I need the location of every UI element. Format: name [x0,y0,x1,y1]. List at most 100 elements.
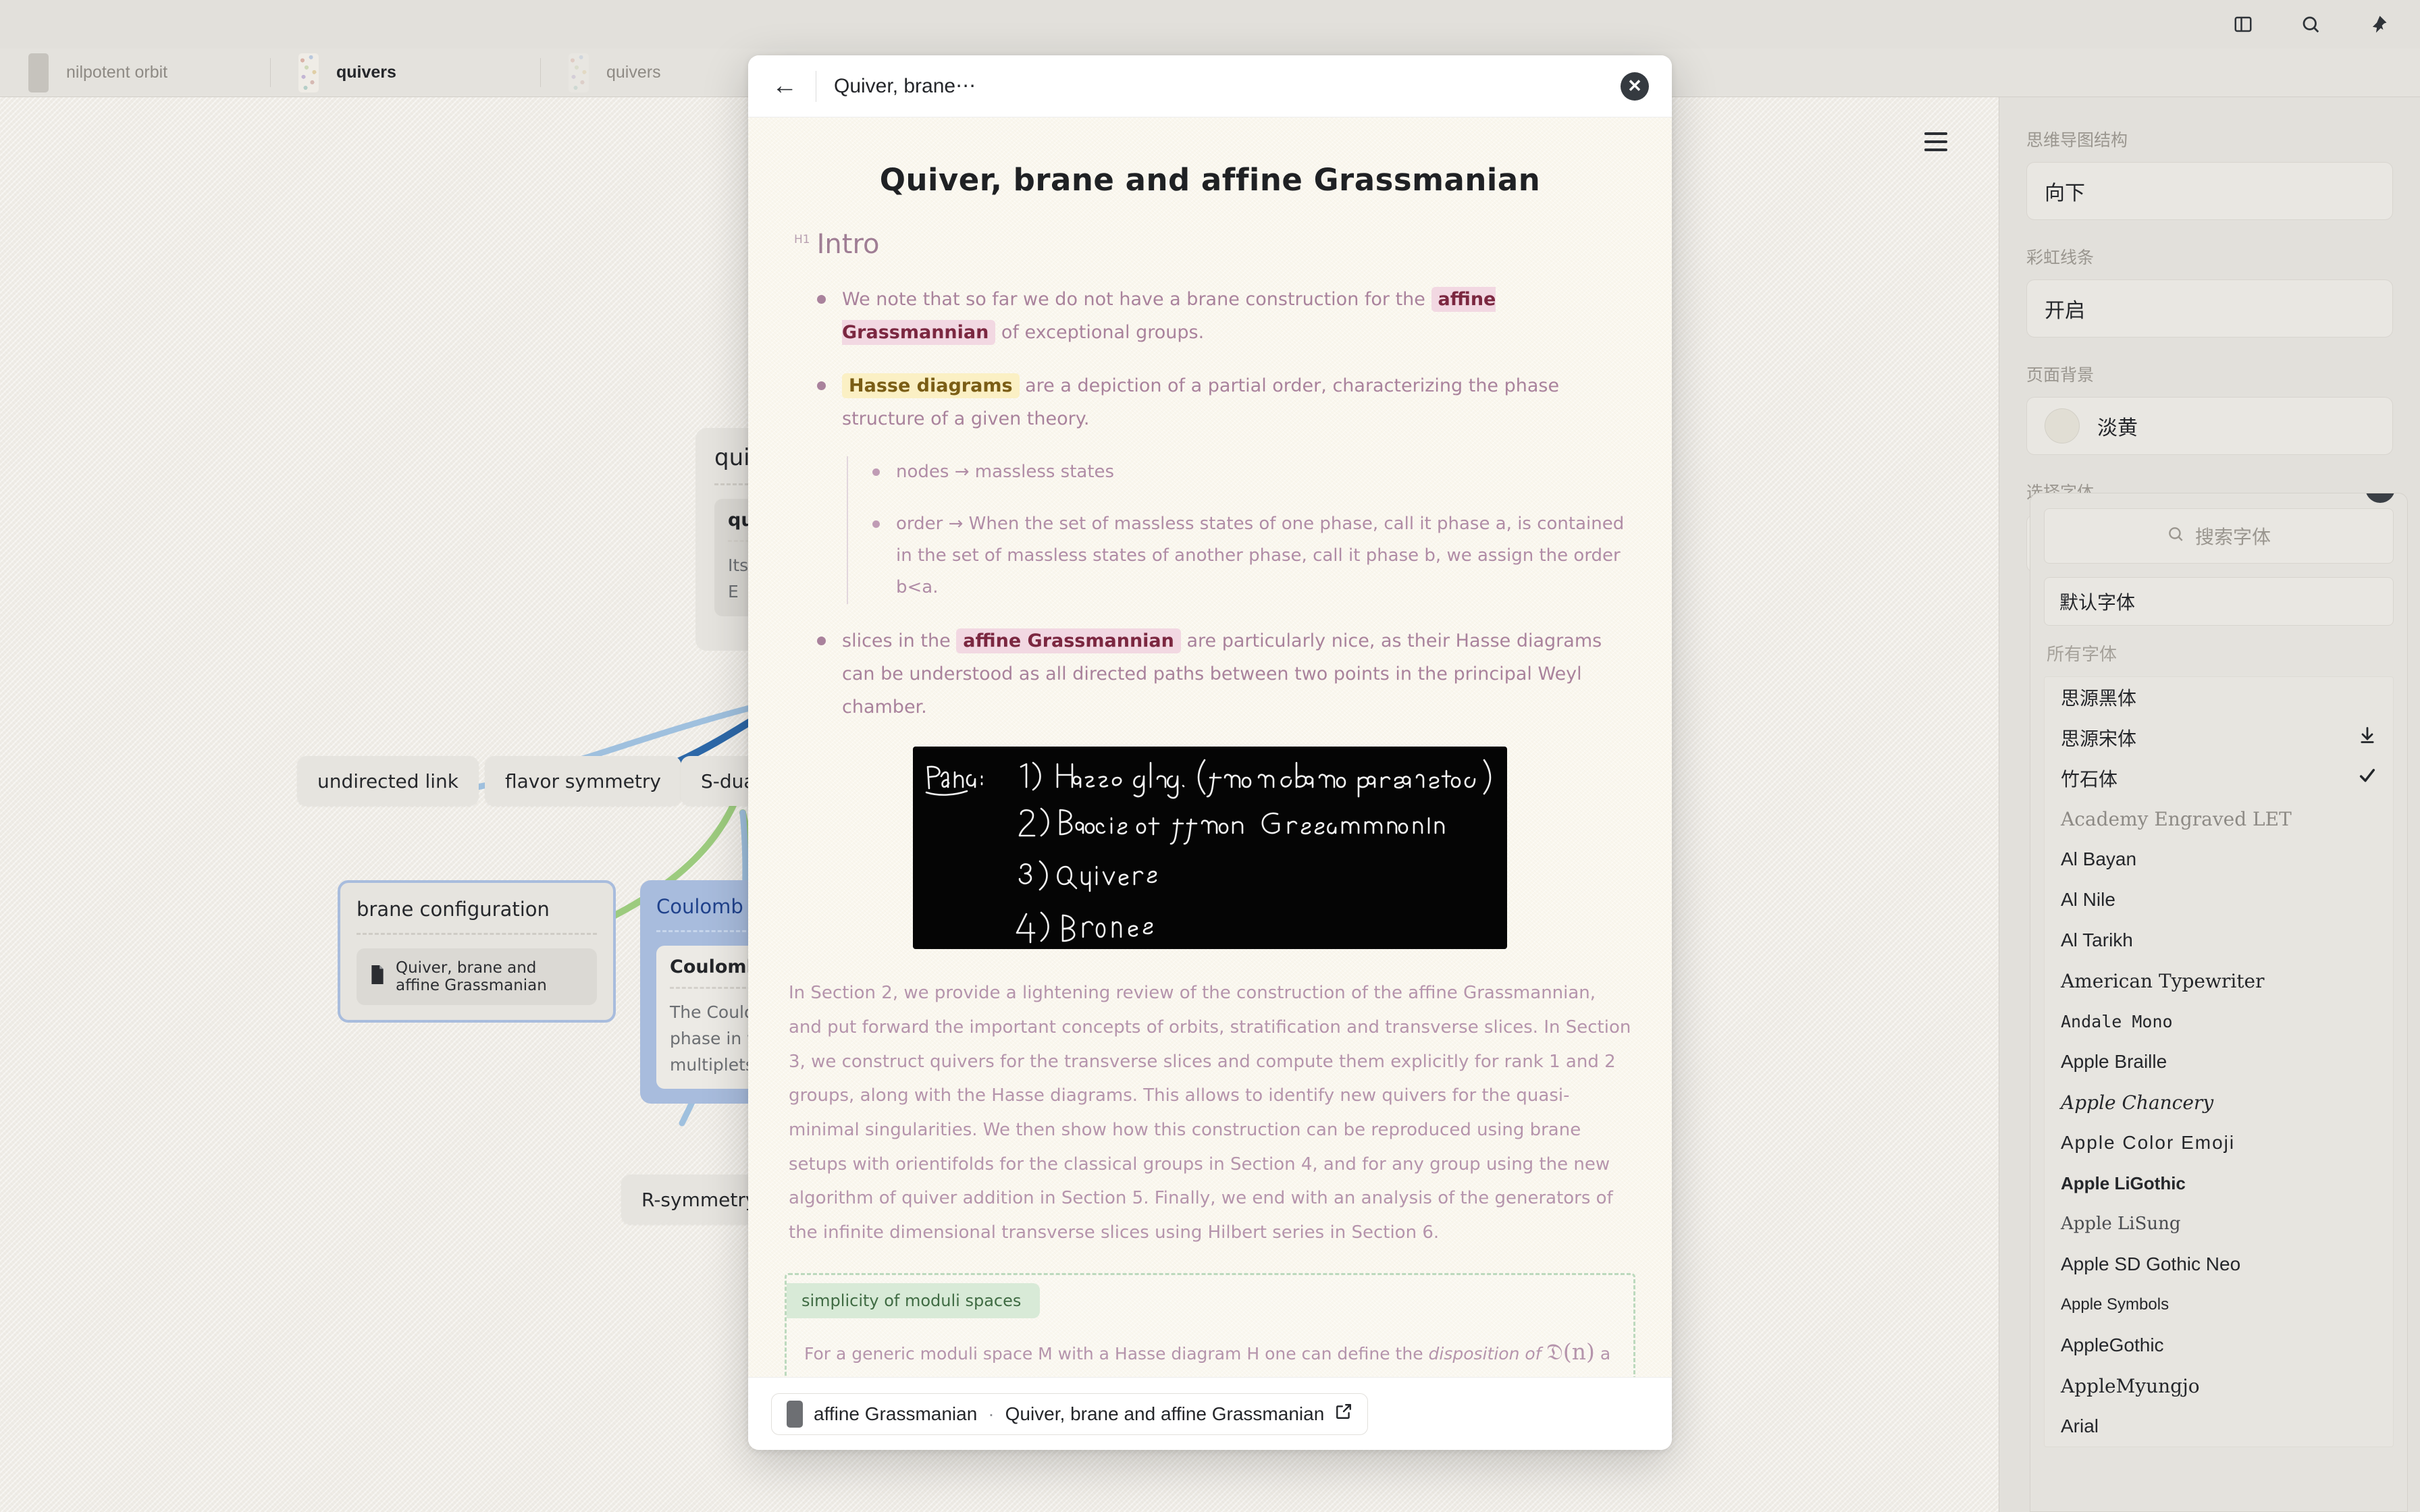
font-item-label: AppleMyungjo [2061,1374,2200,1397]
font-list-item[interactable]: Academy Engraved LET [2045,799,2393,839]
tab-label: quivers [336,63,396,82]
heading-row: H1 Intro [794,229,1635,260]
setting-field-page-background[interactable]: 淡黄 [2026,397,2393,455]
list-item-text: order → When the set of massless states … [896,513,1625,598]
font-item-label: Al Nile [2061,889,2115,910]
font-item-label: Andale Mono [2061,1011,2173,1031]
font-search-placeholder: 搜索字体 [2194,526,2271,547]
font-item-label: 思源宋体 [2061,728,2137,749]
font-list-item[interactable]: Apple Braille [2045,1042,2393,1082]
list-item[interactable]: We note that so far we do not have a bra… [817,283,1635,349]
callout-text-a: For a generic moduli space M with a Hass… [804,1343,1429,1364]
card-title: brane configuration [357,898,550,921]
list-item[interactable]: Hasse diagrams are a depiction of a part… [817,369,1635,435]
close-icon[interactable]: ✕ [1621,72,1649,101]
text-pre: slices in the [842,630,957,651]
map-node-flavor-symmetry[interactable]: flavor symmetry [485,756,681,806]
tab-thumbnail [28,53,49,92]
modal-title: Quiver, brane⋯ [834,75,976,97]
setting-field-structure[interactable]: 向下 [2026,162,2393,220]
setting-field-rainbow-lines[interactable]: 开启 [2026,279,2393,338]
font-item-label: Al Tarikh [2061,929,2133,950]
heading-text[interactable]: Intro [817,229,880,260]
breadcrumb-current[interactable]: Quiver, brane and affine Grassmanian [1005,1403,1325,1425]
font-list[interactable]: 思源黑体 思源宋体 竹石体 Academy Engraved LET Al Ba… [2044,676,2394,1447]
font-list-item[interactable]: Apple Color Emoji [2045,1123,2393,1163]
download-icon[interactable] [2358,726,2377,750]
tab-label: nilpotent orbit [66,63,168,82]
card-subcard-label: Quiver, brane and affine Grassmanian [396,959,547,994]
setting-value: 淡黄 [2097,417,2138,439]
font-item-label: Apple Color Emoji [2061,1132,2236,1153]
font-list-item[interactable]: American Typewriter [2045,961,2393,1001]
heading-level-tag: H1 [794,233,810,246]
close-circle-icon[interactable]: ✕ [2365,493,2395,503]
font-list-item[interactable]: Apple Symbols [2045,1285,2393,1325]
list-item[interactable]: slices in the affine Grassmannian are pa… [817,624,1635,724]
arrow-left-icon[interactable]: ← [771,72,798,101]
font-item-label: Apple Braille [2061,1051,2167,1072]
font-item-label: Apple LiSung [2061,1214,2181,1234]
external-link-icon[interactable] [1335,1403,1352,1425]
bullet-dot [872,520,880,528]
font-list-item[interactable]: Al Nile [2045,880,2393,920]
blackboard-handwriting [925,759,1492,944]
font-list-item[interactable]: Al Bayan [2045,839,2393,880]
breadcrumb-thumbnail [787,1400,803,1428]
highlight-hasse-diagrams[interactable]: Hasse diagrams [842,373,1020,399]
tab-label: quivers [606,63,661,82]
callout-tag: simplicity of moduli spaces [787,1282,1041,1318]
card-subcard-document-link[interactable]: Quiver, brane and affine Grassmanian [357,948,597,1005]
font-list-item[interactable]: Apple LiGothic [2045,1163,2393,1204]
hamburger-icon[interactable] [1924,132,1947,151]
font-item-label: Academy Engraved LET [2061,807,2292,830]
font-list-item[interactable]: Apple Chancery [2045,1082,2393,1123]
font-list-item[interactable]: AppleMyungjo [2045,1366,2393,1406]
document-body[interactable]: Quiver, brane and affine Grassmanian H1 … [748,117,1672,1377]
blackboard-image[interactable] [913,747,1507,950]
app-root: nilpotent orbit quivers quivers undirect… [0,0,2420,1512]
highlight-affine-grassmannian[interactable]: affine Grassmannian [956,628,1181,653]
setting-label-structure: 思维导图结构 [2026,131,2128,150]
tab-quivers-active[interactable]: quivers [270,49,540,97]
font-item-label: Apple Symbols [2061,1295,2169,1314]
font-item-label: 默认字体 [2059,592,2136,613]
font-list-item[interactable]: Apple LiSung [2045,1204,2393,1244]
callout-block[interactable]: simplicity of moduli spaces For a generi… [785,1272,1635,1377]
text-post: of exceptional groups. [995,322,1205,344]
font-item-label: American Typewriter [2061,969,2265,992]
font-list-item[interactable]: 思源宋体 [2045,718,2393,758]
map-node-label: R-symmetry [641,1188,757,1211]
list-item[interactable]: order → When the set of massless states … [872,508,1635,604]
font-item-label: Apple SD Gothic Neo [2061,1253,2241,1274]
layout-panel-icon[interactable] [2228,9,2258,39]
font-item-default[interactable]: 默认字体 [2044,577,2394,626]
font-list-item[interactable]: AppleGothic [2045,1325,2393,1366]
list-item[interactable]: nodes → massless states [872,456,1635,488]
window-chrome-bar [0,0,2420,49]
bullet-dot [872,468,880,476]
map-card-brane-configuration[interactable]: brane configuration Quiver, brane and af… [338,880,616,1023]
breadcrumb[interactable]: affine Grassmanian · Quiver, brane and a… [771,1393,1369,1435]
search-icon[interactable] [2296,9,2325,39]
font-item-label: AppleGothic [2061,1334,2164,1355]
bullet-list: We note that so far we do not have a bra… [817,283,1635,724]
bullet-dot [817,381,826,391]
font-list-item-selected[interactable]: 竹石体 [2045,758,2393,799]
pin-icon[interactable] [2363,9,2393,39]
breadcrumb-parent[interactable]: affine Grassmanian [814,1403,977,1425]
font-list-item[interactable]: 思源黑体 [2045,677,2393,718]
font-list-item[interactable]: Apple SD Gothic Neo [2045,1244,2393,1285]
text-pre: We note that so far we do not have a bra… [842,289,1431,310]
font-search-input[interactable]: 搜索字体 [2044,508,2394,564]
font-list-item[interactable]: Al Tarikh [2045,920,2393,961]
font-list-item[interactable]: Arial [2045,1406,2393,1447]
bullet-dot [817,636,826,645]
modal-footer: affine Grassmanian · Quiver, brane and a… [748,1377,1672,1450]
setting-label-page-background: 页面背景 [2026,366,2095,385]
tab-nilpotent-orbit[interactable]: nilpotent orbit [0,49,270,97]
map-node-undirected-link[interactable]: undirected link [297,756,479,806]
font-item-label: Apple LiGothic [2061,1172,2186,1193]
callout-text-em: disposition of [1428,1343,1547,1364]
font-list-item[interactable]: Andale Mono [2045,1001,2393,1042]
